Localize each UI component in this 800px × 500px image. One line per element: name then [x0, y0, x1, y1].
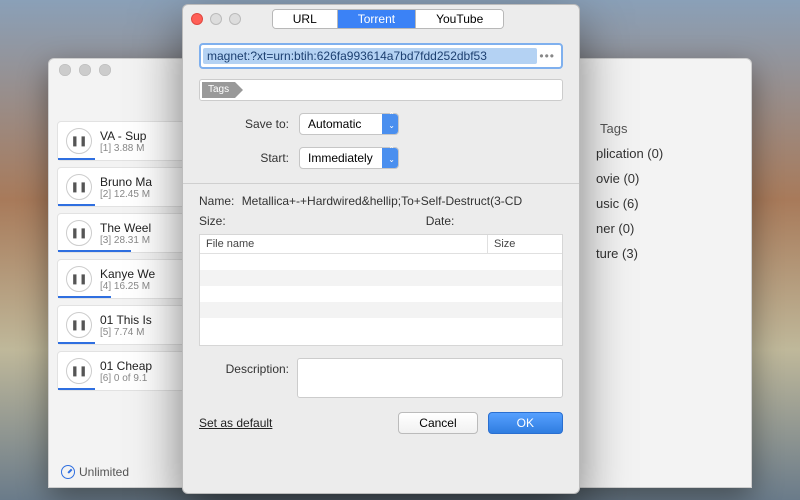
- add-download-dialog: URL Torrent YouTube magnet:?xt=urn:btih:…: [182, 4, 580, 494]
- dialog-titlebar: URL Torrent YouTube: [183, 5, 579, 33]
- download-title: Kanye We: [100, 267, 155, 281]
- pause-icon[interactable]: ❚❚: [66, 128, 92, 154]
- traffic-light-zoom[interactable]: [99, 64, 111, 76]
- zoom-icon: [229, 13, 241, 25]
- downloads-list: ❚❚ VA - Sup [1] 3.88 M ❚❚ Bruno Ma [2] 1…: [49, 81, 191, 487]
- list-item[interactable]: ❚❚ 01 This Is [5] 7.74 M: [57, 305, 191, 345]
- minimize-icon: [210, 13, 222, 25]
- download-title: VA - Sup: [100, 129, 146, 143]
- pause-icon[interactable]: ❚❚: [66, 358, 92, 384]
- table-row: [200, 286, 562, 302]
- table-row: [200, 254, 562, 270]
- ok-button[interactable]: OK: [488, 412, 563, 434]
- source-tabs: URL Torrent YouTube: [272, 9, 505, 29]
- download-title: Bruno Ma: [100, 175, 152, 189]
- url-input[interactable]: magnet:?xt=urn:btih:626fa993614a7bd7fdd2…: [199, 43, 563, 69]
- date-label: Date:: [426, 214, 455, 228]
- name-value: Metallica+-+Hardwired&hellip;To+Self-Des…: [242, 194, 522, 208]
- col-filename[interactable]: File name: [200, 235, 488, 253]
- speed-label: Unlimited: [79, 465, 129, 479]
- traffic-light-min[interactable]: [79, 64, 91, 76]
- list-item[interactable]: ❚❚ Bruno Ma [2] 12.45 M: [57, 167, 191, 207]
- description-input[interactable]: [297, 358, 563, 398]
- list-item[interactable]: ❚❚ Kanye We [4] 16.25 M: [57, 259, 191, 299]
- description-label: Description:: [199, 358, 289, 376]
- start-label: Start:: [199, 151, 289, 165]
- pause-icon[interactable]: ❚❚: [66, 312, 92, 338]
- url-value: magnet:?xt=urn:btih:626fa993614a7bd7fdd2…: [203, 48, 537, 64]
- name-label: Name:: [199, 194, 234, 208]
- download-title: 01 This Is: [100, 313, 152, 327]
- tag-item[interactable]: ovie (0): [596, 171, 751, 186]
- start-select[interactable]: Immediately: [299, 147, 399, 169]
- pause-icon[interactable]: ❚❚: [66, 266, 92, 292]
- list-item[interactable]: ❚❚ 01 Cheap [6] 0 of 9.1: [57, 351, 191, 391]
- list-item[interactable]: ❚❚ VA - Sup [1] 3.88 M: [57, 121, 191, 161]
- tab-youtube[interactable]: YouTube: [416, 10, 503, 28]
- table-row: [200, 302, 562, 318]
- pause-icon[interactable]: ❚❚: [66, 220, 92, 246]
- tag-item[interactable]: plication (0): [596, 146, 751, 161]
- col-size[interactable]: Size: [488, 235, 562, 253]
- table-row: [200, 270, 562, 286]
- tags-input[interactable]: Tags: [199, 79, 563, 101]
- tab-url[interactable]: URL: [273, 10, 338, 28]
- cancel-button[interactable]: Cancel: [398, 412, 477, 434]
- gauge-icon: [61, 465, 75, 479]
- file-table[interactable]: File name Size: [199, 234, 563, 346]
- tags-chip: Tags: [202, 82, 235, 98]
- ellipsis-icon[interactable]: •••: [539, 49, 555, 63]
- tag-item[interactable]: ture (3): [596, 246, 751, 261]
- download-title: 01 Cheap: [100, 359, 152, 373]
- traffic-light-close[interactable]: [59, 64, 71, 76]
- list-item[interactable]: ❚❚ The Weel [3] 28.31 M: [57, 213, 191, 253]
- tag-item[interactable]: ner (0): [596, 221, 751, 236]
- tab-torrent[interactable]: Torrent: [338, 10, 416, 28]
- save-to-select[interactable]: Automatic: [299, 113, 399, 135]
- close-icon[interactable]: [191, 13, 203, 25]
- set-default-link[interactable]: Set as default: [199, 416, 272, 430]
- pause-icon[interactable]: ❚❚: [66, 174, 92, 200]
- size-label: Size:: [199, 214, 226, 228]
- download-title: The Weel: [100, 221, 151, 235]
- tag-item[interactable]: usic (6): [596, 196, 751, 211]
- save-to-label: Save to:: [199, 117, 289, 131]
- speed-footer[interactable]: Unlimited: [61, 465, 129, 479]
- tags-header: Tags: [596, 121, 751, 136]
- table-row: [200, 318, 562, 334]
